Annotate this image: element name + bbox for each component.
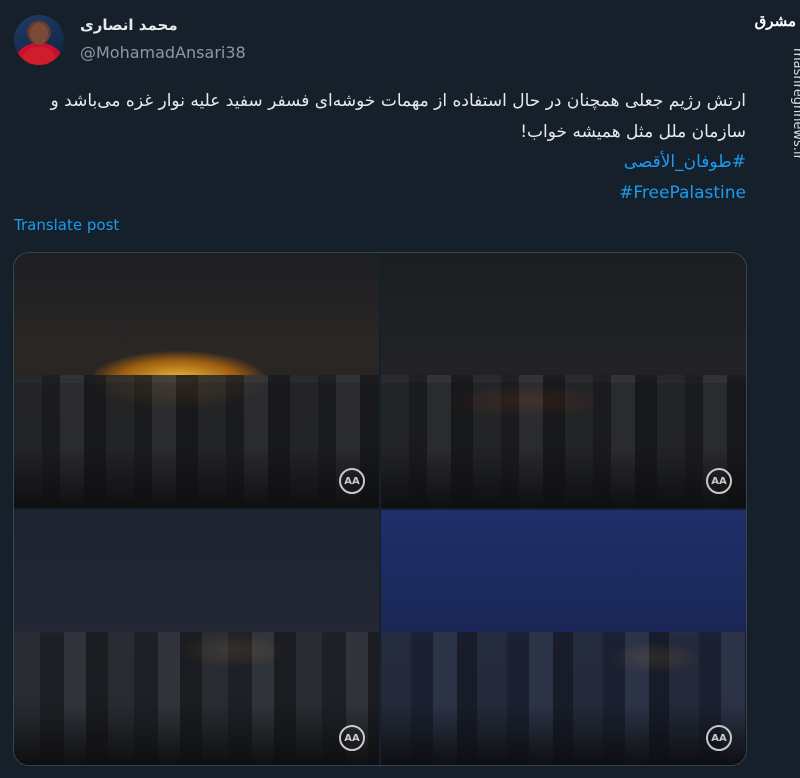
media-grid: AA AA AA AA [13, 252, 747, 766]
photo-skyline [14, 632, 379, 765]
avatar-shirt [22, 47, 56, 65]
anadolu-agency-logo: AA [706, 468, 732, 494]
photo-skyline [14, 375, 379, 508]
author-handle[interactable]: @MohamadAnsari38 [80, 43, 246, 62]
media-photo[interactable]: AA [14, 510, 379, 765]
media-photo[interactable]: AA [14, 253, 379, 508]
photo-skyline [381, 375, 746, 508]
anadolu-agency-logo: AA [339, 468, 365, 494]
anadolu-agency-logo: AA [339, 725, 365, 751]
site-watermark: مشرق mashreghnews.ir [754, 0, 800, 778]
mashregh-logo: مشرق [754, 12, 796, 30]
photo-skyline [381, 632, 746, 765]
author-avatar[interactable] [14, 15, 64, 65]
tweet-text: ارتش رژیم جعلی همچنان در حال استفاده از … [50, 91, 746, 142]
tweet-card: محمد انصاری @MohamadAnsari38 ارتش رژیم ج… [0, 0, 766, 778]
media-photo[interactable]: AA [381, 510, 746, 765]
hashtag-link[interactable]: #FreePalastine [619, 183, 746, 203]
anadolu-agency-logo: AA [706, 725, 732, 751]
media-photo[interactable]: AA [381, 253, 746, 508]
author-name[interactable]: محمد انصاری [80, 16, 178, 34]
site-url: mashreghnews.ir [790, 48, 800, 160]
translate-post-link[interactable]: Translate post [14, 216, 119, 234]
avatar-head [30, 23, 48, 45]
hashtag-link[interactable]: #طوفان_الأقصی [624, 152, 746, 172]
